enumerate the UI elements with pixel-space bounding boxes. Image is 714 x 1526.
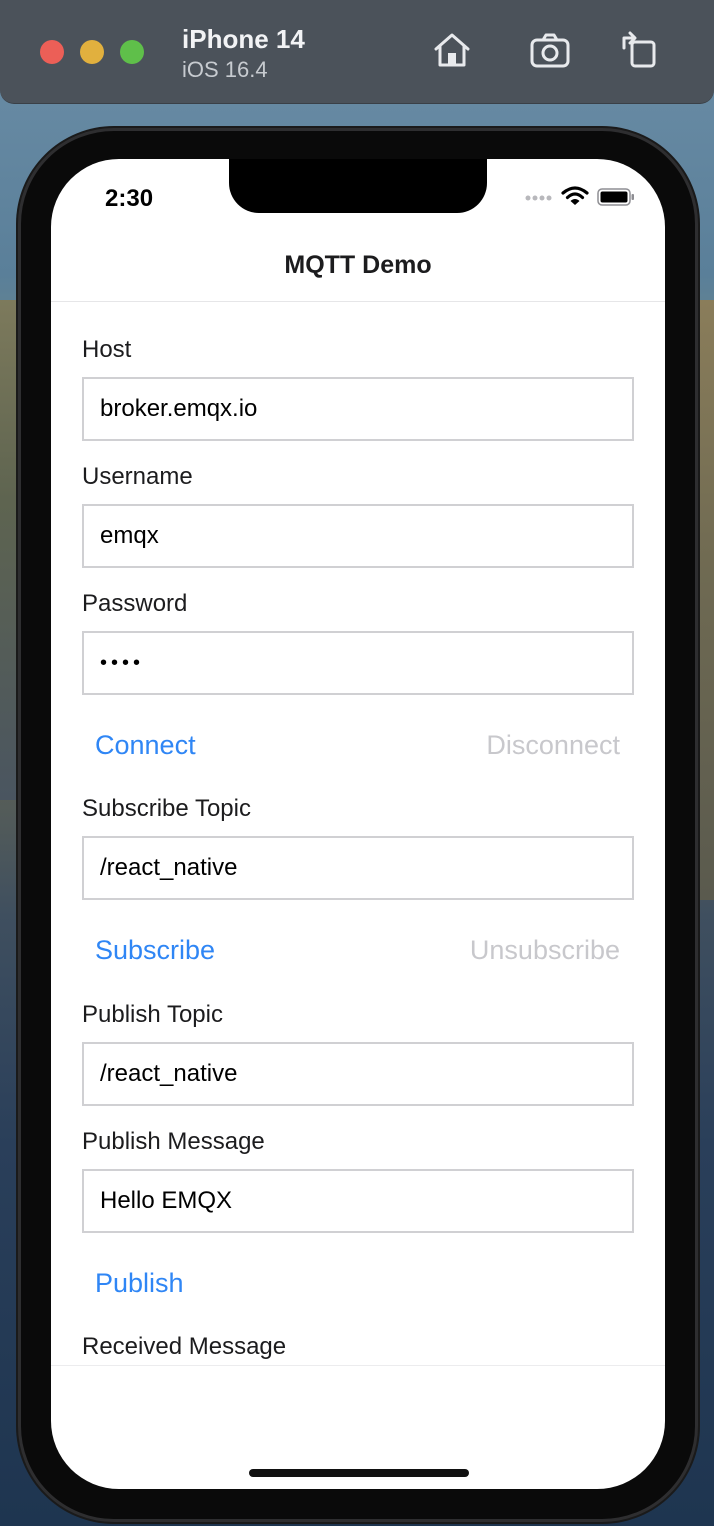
publish-message-input[interactable]: Hello EMQX [82,1169,634,1233]
subscribe-topic-label: Subscribe Topic [82,795,251,822]
nav-divider [51,301,665,302]
home-icon[interactable] [430,28,474,72]
password-label: Password [82,590,188,617]
publish-message-label: Publish Message [82,1128,265,1155]
home-indicator[interactable] [249,1469,469,1477]
publish-topic-label: Publish Topic [82,1001,223,1028]
notch [229,159,487,213]
disconnect-button[interactable]: Disconnect [486,730,620,761]
page-title: MQTT Demo [284,251,432,279]
publish-topic-input[interactable]: /react_native [82,1042,634,1106]
os-version: iOS 16.4 [182,57,268,82]
host-input[interactable]: broker.emqx.io [82,377,634,441]
rotate-icon[interactable] [618,28,662,72]
password-input[interactable]: •••• [82,631,634,695]
battery-icon [597,188,634,206]
received-message-label: Received Message [82,1333,287,1360]
phone-screen: 2:30 MQTT Demo Host broker.emqx.io Usern… [51,159,665,1489]
connect-button[interactable]: Connect [95,730,196,761]
bottom-divider [51,1365,665,1366]
username-label: Username [82,463,193,490]
device-name: iPhone 14 [182,24,305,54]
wifi-icon [561,186,589,205]
subscribe-button[interactable]: Subscribe [95,935,215,966]
simulator-toolbar: iPhone 14 iOS 16.4 [0,0,714,104]
publish-button[interactable]: Publish [95,1268,184,1299]
status-time: 2:30 [105,185,154,212]
zoom-window-button[interactable] [120,40,144,64]
cellular-signal-icon [525,195,552,201]
host-label: Host [82,336,132,363]
close-window-button[interactable] [40,40,64,64]
screenshot-icon[interactable] [528,28,572,72]
username-input[interactable]: emqx [82,504,634,568]
minimize-window-button[interactable] [80,40,104,64]
unsubscribe-button[interactable]: Unsubscribe [470,935,620,966]
subscribe-topic-input[interactable]: /react_native [82,836,634,900]
